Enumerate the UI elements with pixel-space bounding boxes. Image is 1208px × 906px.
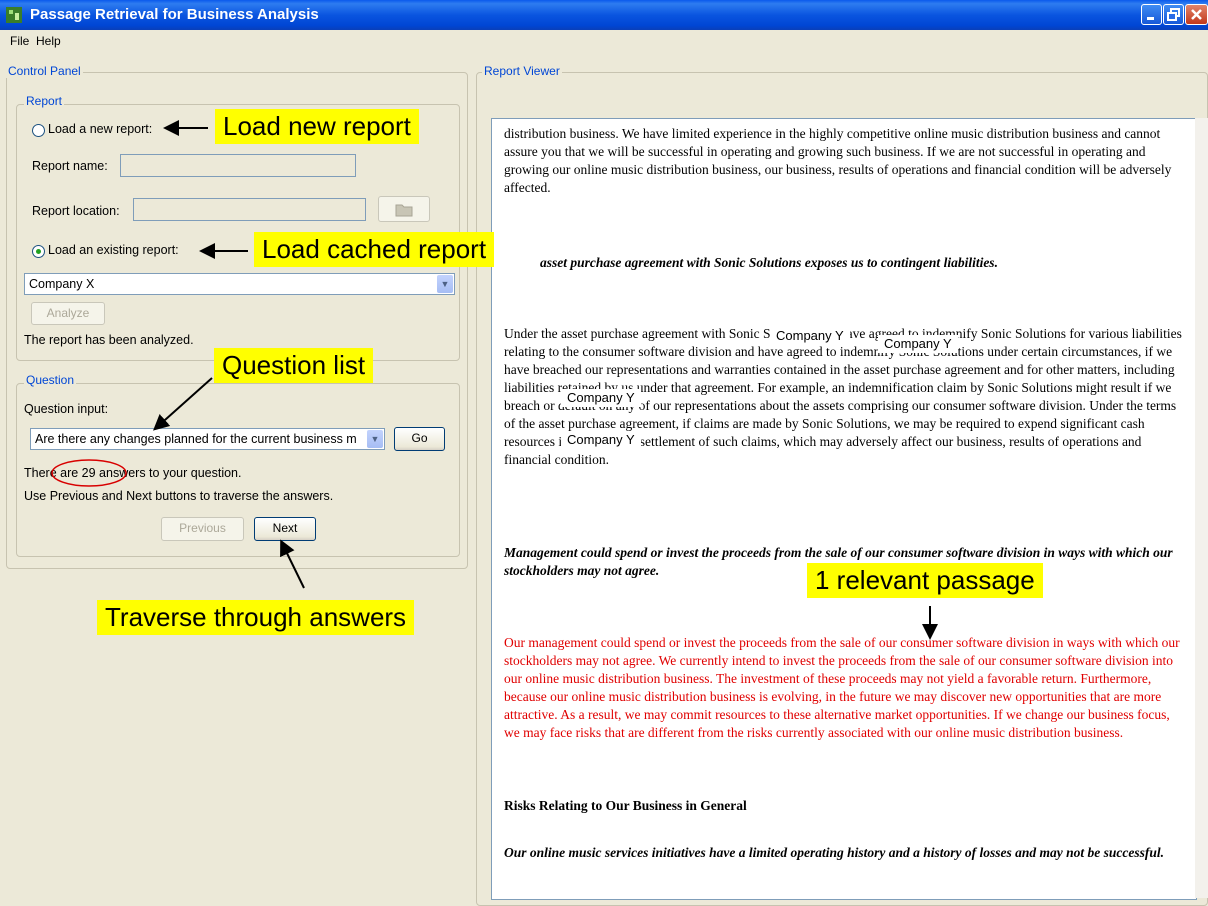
minimize-button[interactable] [1141, 4, 1162, 25]
window-title: Passage Retrieval for Business Analysis [30, 6, 319, 23]
report-legend: Report [24, 94, 65, 108]
callout-relevant: 1 relevant passage [807, 563, 1043, 598]
redaction-label: Company Y [770, 327, 850, 345]
previous-button[interactable]: Previous [161, 517, 244, 541]
answers-count-text: There are 29 answers to your question. [24, 466, 242, 480]
load-existing-radio[interactable] [32, 245, 45, 258]
menu-file[interactable]: File [10, 34, 29, 48]
question-select-value: Are there any changes planned for the cu… [35, 432, 357, 446]
redaction-label: Company Y [878, 335, 958, 353]
chevron-down-icon[interactable]: ▼ [437, 275, 453, 293]
redaction-label: Company Y [561, 431, 641, 449]
close-icon [1191, 9, 1202, 20]
report-name-label: Report name: [32, 159, 108, 173]
restore-icon [1167, 8, 1180, 21]
viewer-scrollbar[interactable] [1195, 118, 1208, 898]
report-location-field[interactable] [133, 198, 366, 221]
report-paragraph: distribution business. We have limited e… [504, 126, 1172, 195]
restore-button[interactable] [1163, 4, 1184, 25]
folder-icon [395, 204, 413, 217]
question-legend: Question [24, 373, 77, 387]
load-new-label: Load a new report: [48, 122, 153, 136]
callout-load-new: Load new report [215, 109, 419, 144]
browse-button[interactable] [378, 196, 430, 222]
minimize-icon [1147, 17, 1154, 20]
relevant-passage: Our management could spend or invest the… [504, 635, 1180, 740]
report-viewer-legend: Report Viewer [482, 64, 562, 78]
question-input-label: Question input: [24, 402, 109, 416]
chevron-down-icon[interactable]: ▼ [367, 430, 383, 448]
callout-question-list: Question list [214, 348, 374, 383]
report-heading: asset purchase agreement with Sonic Solu… [540, 255, 998, 270]
control-panel-legend: Control Panel [6, 64, 83, 78]
redaction-label: Company Y [561, 389, 641, 407]
report-select[interactable]: Company X ▼ [24, 273, 455, 295]
report-heading: Our online music services initiatives ha… [504, 845, 1165, 860]
load-new-radio[interactable] [32, 124, 45, 137]
go-button[interactable]: Go [394, 427, 445, 451]
app-icon [6, 7, 22, 23]
title-bar: Passage Retrieval for Business Analysis [0, 0, 1208, 30]
report-viewer[interactable]: distribution business. We have limited e… [491, 118, 1197, 900]
report-location-label: Report location: [32, 204, 120, 218]
question-select[interactable]: Are there any changes planned for the cu… [30, 428, 385, 450]
traverse-instructions: Use Previous and Next buttons to travers… [24, 489, 334, 503]
report-heading: Risks Relating to Our Business in Genera… [504, 798, 747, 813]
report-name-field[interactable] [120, 154, 356, 177]
menu-bar: File Help [0, 30, 1208, 52]
load-existing-label: Load an existing report: [48, 243, 179, 257]
callout-traverse: Traverse through answers [97, 600, 415, 635]
analyze-button[interactable]: Analyze [31, 302, 105, 325]
next-button[interactable]: Next [254, 517, 316, 541]
report-status: The report has been analyzed. [24, 333, 194, 347]
menu-help[interactable]: Help [36, 34, 61, 48]
close-button[interactable] [1185, 4, 1208, 25]
report-select-value: Company X [29, 277, 95, 291]
callout-load-cached: Load cached report [254, 232, 495, 267]
